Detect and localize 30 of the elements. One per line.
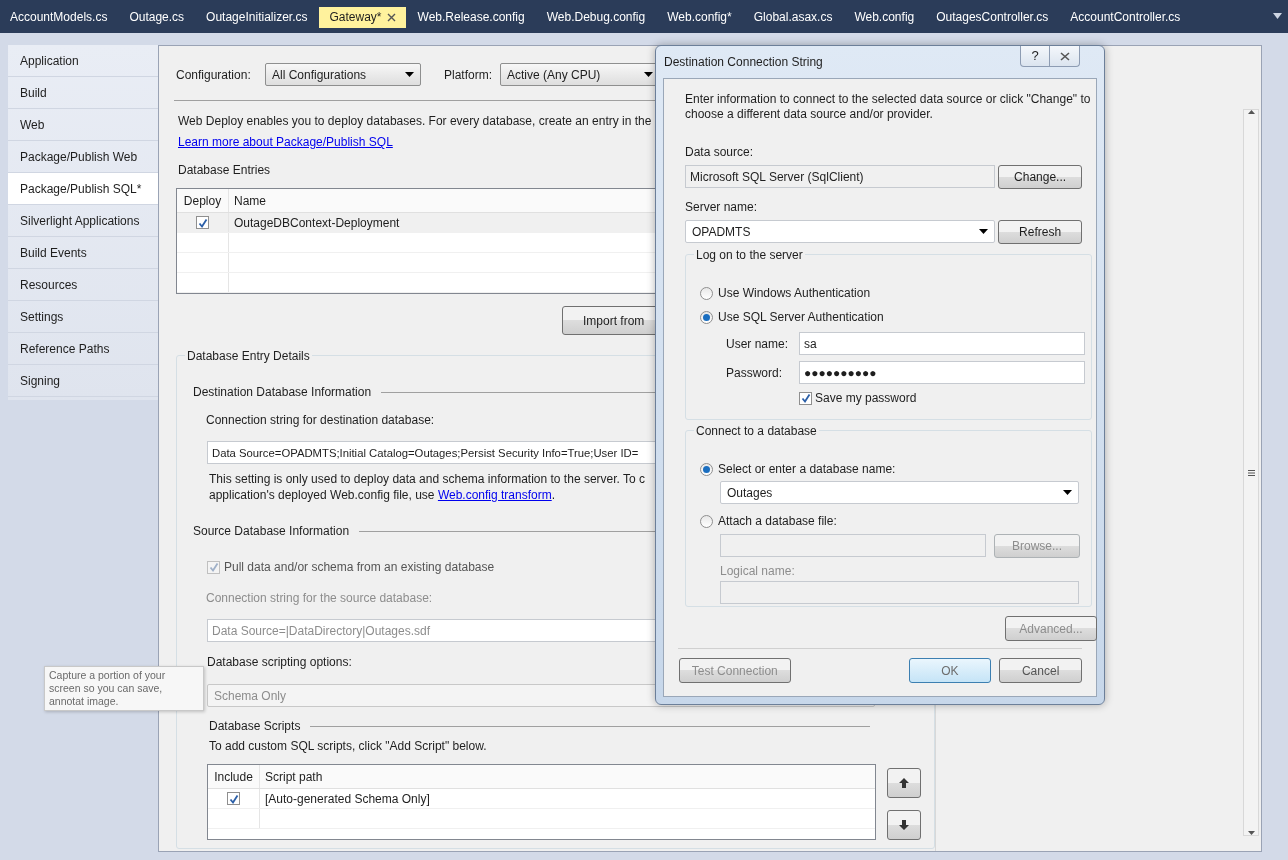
field-label: Connection string for destination database:	[206, 412, 435, 428]
instruction-text: Enter information to connect to the selected data source or click "Change" to choose a different data source and/or provider.	[685, 92, 1092, 122]
group-title: Log on to the server	[694, 247, 805, 263]
tooltip: Capture a portion of your screen so you can save, annotat image.	[44, 666, 204, 711]
section-heading: Source Database Information	[193, 523, 350, 539]
table-cell-text: [Auto-generated Schema Only]	[264, 790, 431, 808]
section-label: Database Entries	[178, 162, 271, 178]
field-label: User name:	[726, 335, 790, 352]
group-title: Database Entry Details	[185, 348, 312, 364]
field-label: Data source:	[685, 144, 755, 160]
dialog-title: Destination Connection String	[664, 54, 823, 70]
note-text: This setting is only used to deploy data and schema information to the server. To c	[209, 471, 646, 487]
table-cell-text: OutageDBContext-Deployment	[233, 214, 401, 232]
hint-text: To add custom SQL scripts, click "Add Script" below.	[209, 738, 487, 754]
platform-label: Platform:	[444, 66, 492, 83]
field-label: Database scripting options:	[207, 654, 352, 670]
section-heading: Destination Database Information	[193, 384, 372, 400]
field-label: Connection string for the source database:	[206, 590, 433, 606]
checkbox-label: Pull data and/or schema from an existing database	[224, 559, 495, 575]
column-header: Deploy	[177, 189, 229, 212]
field-label: Server name:	[685, 199, 759, 215]
column-header: Script path	[264, 768, 324, 786]
field-label: Password:	[726, 364, 784, 381]
column-header: Name	[233, 192, 267, 210]
configuration-label: Configuration:	[176, 66, 252, 83]
section-heading: Database Scripts	[209, 718, 301, 734]
description-text: Web Deploy enables you to deploy databases. For every database, create an entry in the	[178, 113, 652, 129]
note-text: application's deployed Web.config file, use Web.config transform.	[209, 487, 556, 503]
column-header: Include	[208, 765, 260, 788]
field-label: Logical name:	[720, 563, 796, 579]
